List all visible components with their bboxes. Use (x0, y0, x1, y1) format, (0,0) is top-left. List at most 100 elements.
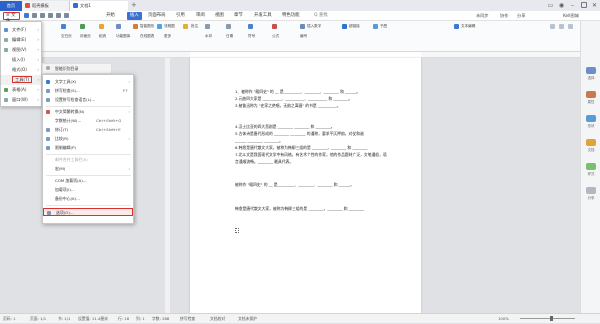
text-cursor (235, 228, 239, 233)
picture-icon[interactable] (99, 24, 104, 29)
view-toggle-icon[interactable] (568, 24, 573, 29)
menu-item-macro[interactable]: 宏(M) › (43, 165, 133, 173)
avatar[interactable]: ◉ (556, 0, 567, 11)
table-icon[interactable] (80, 24, 85, 29)
menu-references[interactable]: 引用 (176, 11, 185, 21)
new-tab-button[interactable]: + (131, 1, 137, 9)
menu-item-file[interactable]: 文件(F) › (1, 25, 41, 35)
redo-icon[interactable] (56, 13, 61, 18)
ribbon-smart-art-label[interactable]: 智能图形 (140, 24, 154, 29)
ribbon-cover-label[interactable]: 封面页 (80, 34, 91, 39)
menu-item-format[interactable]: 格式(O) › (1, 65, 41, 75)
insert-number-icon[interactable] (300, 24, 305, 29)
undo-icon[interactable] (48, 13, 53, 18)
ribbon-flowchart-label[interactable]: 流程图 (164, 24, 175, 29)
ribbon-online-chart-label[interactable]: 在线图表 (140, 34, 154, 39)
print-icon[interactable] (32, 13, 37, 18)
hyperlink-icon[interactable] (342, 24, 347, 29)
search-box[interactable]: Q 查找 (314, 11, 328, 21)
home-tab[interactable]: 首页 (0, 1, 22, 11)
menu-insert[interactable]: 插入 (127, 12, 142, 20)
shape-icon[interactable] (133, 24, 138, 29)
page-break-icon[interactable] (61, 24, 66, 29)
ribbon-blank-page-label[interactable]: 空白页 (61, 34, 72, 39)
menu-item-com-addins[interactable]: COM 加载项(A)... (43, 177, 133, 185)
menu-item-view[interactable]: 视图(V) › (1, 45, 41, 55)
style-icon[interactable] (586, 163, 596, 170)
close-icon[interactable]: ✕ (589, 0, 600, 11)
sync-status[interactable]: 未同步 (476, 11, 489, 21)
document-page[interactable]: 1、被称作 "殿四史" 的 __ 是_________、________、___… (190, 58, 421, 313)
save-icon[interactable] (24, 13, 29, 18)
tab-document[interactable]: 文档1 (70, 1, 128, 11)
menu-item-insert[interactable]: 插入(I) › (1, 55, 41, 65)
properties-icon[interactable] (586, 91, 596, 98)
menu-item-options[interactable]: 选项(O)... (43, 208, 133, 216)
ribbon-numbering-label[interactable]: 编号 (300, 34, 307, 39)
wordart-icon[interactable] (272, 24, 277, 29)
zoom-slider-handle[interactable] (550, 316, 553, 321)
menu-item-edit[interactable]: 编辑(E) › (1, 35, 41, 45)
ribbon-symbol-label[interactable]: 符号 (248, 34, 255, 39)
comment-icon[interactable] (183, 24, 188, 29)
menu-features[interactable]: 特色功能 (282, 11, 300, 21)
menu-item-spell-check[interactable]: 拼写检查(S)... F7 (43, 87, 133, 95)
text-edit-icon[interactable] (454, 24, 459, 29)
more-icon[interactable] (64, 13, 69, 18)
tools-submenu: 文字工具(X) › 拼写检查(S)... F7 设置拼写检查语言(L)... 中文简… (42, 74, 134, 224)
screenshot-icon[interactable] (116, 24, 121, 29)
minimize-icon[interactable]: – (567, 0, 578, 11)
preview-icon[interactable] (40, 13, 45, 18)
ribbon-docer-label[interactable]: 稻壳 (99, 34, 106, 39)
ribbon-formula-label[interactable]: 公式 (272, 34, 279, 39)
ribbon-date-label[interactable]: 日期 (226, 34, 233, 39)
menu-item-window[interactable]: 窗口(W) › (1, 95, 41, 105)
menu-view[interactable]: 视图 (215, 11, 224, 21)
menu-item-chinese-conversion[interactable]: 中文简繁转换(N) › (43, 108, 133, 116)
ribbon-hyperlink-label[interactable]: 超链接 (349, 24, 360, 29)
panel-label: 样式 (587, 172, 595, 176)
ribbon-text-edit-label[interactable]: 文本编辑 (461, 24, 475, 29)
menu-item-backup-center[interactable]: 备份中心(K)... (43, 195, 133, 203)
chart-icon[interactable] (157, 24, 162, 29)
header-footer-icon[interactable] (205, 24, 210, 29)
menu-item-table[interactable]: 表格(A) › (1, 85, 41, 95)
maximize-icon[interactable] (578, 0, 589, 11)
ribbon-comment-label[interactable]: 批注 (191, 24, 198, 29)
share-button[interactable]: 分享 (517, 11, 525, 21)
page-number-icon[interactable] (226, 24, 231, 29)
layout-icon[interactable]: ▭ (545, 0, 556, 11)
collaborate-button[interactable]: 协作 (500, 11, 508, 21)
user-name[interactable]: Kell图城 (563, 11, 579, 21)
document-panel-icon[interactable] (586, 139, 596, 146)
file-menu-button[interactable]: ≡ 文件 (3, 12, 20, 24)
menu-item-compare[interactable]: 比较(R) › (43, 135, 133, 143)
menu-item-text-tools[interactable]: 文字工具(X) › (43, 78, 133, 86)
menu-developer[interactable]: 开发工具 (254, 11, 272, 21)
menu-item-addins[interactable]: 加载项(I)... (43, 186, 133, 194)
ribbon-bookmark-label[interactable]: 书签 (380, 24, 387, 29)
menu-item-tools[interactable]: 工具(T) › (1, 75, 41, 85)
menu-item-word-count[interactable]: 字数统计(W)... Ctrl+Shift+G (43, 117, 133, 125)
bookmark-icon[interactable] (373, 24, 378, 29)
menu-review[interactable]: 审阅 (196, 11, 205, 21)
menu-item-track-changes[interactable]: 修订(T) Ctrl+Shift+E (43, 126, 133, 134)
tab-docer-templates[interactable]: 稻壳模板 (22, 1, 70, 11)
ribbon-more-label[interactable]: 更多 (164, 34, 171, 39)
shape-panel-icon[interactable] (586, 115, 596, 122)
zoom-slider[interactable] (520, 318, 575, 319)
textbox-icon[interactable] (248, 24, 253, 29)
menu-start[interactable]: 开始 (106, 11, 115, 21)
share-panel-icon[interactable] (586, 187, 596, 194)
view-toggle-icon[interactable] (550, 24, 555, 29)
ribbon-gallery-label[interactable]: 功能图库 (116, 34, 130, 39)
ribbon-watermark-label[interactable]: 水印 (205, 34, 212, 39)
menu-page-layout[interactable]: 页面布局 (148, 11, 166, 21)
smart-toc-bar[interactable]: 智能识别目录 (42, 63, 112, 74)
view-toggle-icon[interactable] (559, 24, 564, 29)
menu-section[interactable]: 章节 (234, 11, 243, 21)
menu-item-spell-language[interactable]: 设置拼写检查语言(L)... (43, 96, 133, 104)
menu-item-restrict-editing[interactable]: 限制编辑(P) (43, 144, 133, 152)
select-icon[interactable] (586, 67, 596, 74)
ribbon-insert-number-label[interactable]: 插入数字 (307, 24, 321, 29)
